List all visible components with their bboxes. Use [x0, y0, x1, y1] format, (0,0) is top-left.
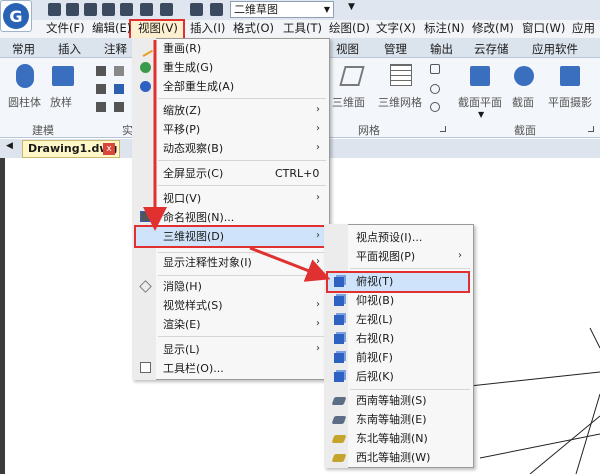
arrow-3d-to-top [249, 246, 331, 282]
app-logo[interactable]: G [0, 0, 32, 32]
annotation-arrows [143, 40, 331, 282]
